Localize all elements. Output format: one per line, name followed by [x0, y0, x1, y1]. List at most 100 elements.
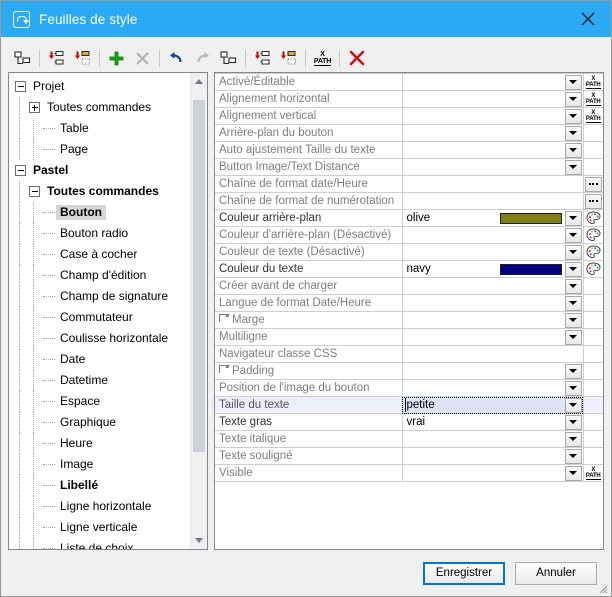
property-value-cell[interactable] [402, 448, 583, 465]
property-value-cell[interactable] [402, 108, 583, 125]
property-name-cell[interactable]: Position de l'image du bouton [215, 380, 402, 397]
property-value-cell[interactable] [402, 278, 583, 295]
cancel-button[interactable]: Annuler [515, 562, 597, 585]
tree-item[interactable]: Date [9, 349, 190, 370]
chevron-down-icon[interactable] [565, 279, 582, 294]
property-name-cell[interactable]: Chaîne de format date/Heure [215, 176, 402, 193]
property-name-cell[interactable]: Langue de format Date/Heure [215, 295, 402, 312]
property-row[interactable]: Chaîne de format date/Heure [215, 176, 603, 193]
property-row[interactable]: Texte grasvrai [215, 414, 603, 431]
chevron-down-icon[interactable] [565, 398, 582, 413]
property-name-cell[interactable]: Chaîne de format de numérotation [215, 193, 402, 210]
color-picker-button[interactable] [583, 227, 603, 244]
chevron-down-icon[interactable] [565, 126, 582, 141]
properties-grid[interactable]: Activé/ÉditableXPATHAlignement horizonta… [214, 72, 604, 550]
property-value-cell[interactable] [402, 193, 583, 210]
chevron-down-icon[interactable] [565, 160, 582, 175]
expand-group-icon[interactable] [219, 365, 228, 373]
property-row[interactable]: Taille du textepetite [215, 397, 603, 414]
property-row[interactable]: Texte souligné [215, 448, 603, 465]
property-name-cell[interactable]: Couleur d'arrière-plan (Désactivé) [215, 227, 402, 244]
property-name-cell[interactable]: Auto ajustement Taille du texte [215, 142, 402, 159]
tree-item[interactable]: Graphique [9, 412, 190, 433]
tree-item[interactable]: Page [9, 139, 190, 160]
property-value-cell[interactable] [402, 295, 583, 312]
property-value-cell[interactable] [402, 227, 583, 244]
insert-property-button[interactable] [250, 46, 275, 71]
property-value-cell[interactable] [402, 380, 583, 397]
tree-scrollbar[interactable] [190, 73, 207, 549]
palette-icon[interactable] [586, 228, 601, 242]
tree-item[interactable]: Commutateur [9, 307, 190, 328]
chevron-down-icon[interactable] [565, 228, 582, 243]
chevron-down-icon[interactable] [565, 381, 582, 396]
property-row[interactable]: Créer avant de charger [215, 278, 603, 295]
property-name-cell[interactable]: Navigateur classe CSS [215, 346, 402, 363]
property-value-cell[interactable] [402, 74, 583, 91]
property-name-cell[interactable]: Arrière-plan du bouton [215, 125, 402, 142]
property-name-cell[interactable]: Multiligne [215, 329, 402, 346]
property-row[interactable]: Position de l'image du bouton [215, 380, 603, 397]
insert-stylesheet-button[interactable] [70, 46, 95, 71]
expand-collapse-tree-button[interactable] [10, 46, 35, 71]
property-row[interactable]: Alignement horizontalXPATH [215, 91, 603, 108]
stylesheets-tree[interactable]: ProjetToutes commandesTablePagePastelTou… [8, 72, 208, 550]
palette-icon[interactable] [586, 245, 601, 259]
tree-item[interactable]: Bouton [9, 202, 190, 223]
collapse-icon[interactable] [15, 165, 26, 176]
tree-item[interactable]: Heure [9, 433, 190, 454]
property-row[interactable]: Auto ajustement Taille du texte [215, 142, 603, 159]
tree-item[interactable]: Datetime [9, 370, 190, 391]
xpath-icon[interactable]: XPATH [583, 465, 603, 482]
property-row[interactable]: Marge [215, 312, 603, 329]
add-button[interactable] [104, 46, 129, 71]
tree-item[interactable]: Case à cocher [9, 244, 190, 265]
property-row[interactable]: Couleur d'arrière-plan (Désactivé) [215, 227, 603, 244]
chevron-down-icon[interactable] [565, 449, 582, 464]
property-value-cell[interactable] [402, 363, 583, 380]
collapse-icon[interactable] [15, 81, 26, 92]
property-value-cell[interactable] [402, 244, 583, 261]
property-value-cell[interactable] [402, 159, 583, 176]
scroll-up-icon[interactable] [191, 73, 207, 90]
property-value-cell[interactable] [402, 91, 583, 108]
property-name-cell[interactable]: Taille du texte [215, 397, 402, 414]
color-picker-button[interactable] [583, 210, 603, 227]
scrollbar-thumb[interactable] [193, 100, 205, 452]
tree-item[interactable]: Projet [9, 76, 190, 97]
property-row[interactable]: Alignement verticalXPATH [215, 108, 603, 125]
property-row[interactable]: Button Image/Text Distance [215, 159, 603, 176]
ellipsis-button[interactable] [583, 176, 603, 193]
property-name-cell[interactable]: Alignement horizontal [215, 91, 402, 108]
chevron-down-icon[interactable] [565, 330, 582, 345]
property-row[interactable]: Couleur du textenavy [215, 261, 603, 278]
property-value-cell[interactable] [402, 346, 583, 363]
property-name-cell[interactable]: Padding [215, 363, 402, 380]
property-row[interactable]: Couleur de texte (Désactivé) [215, 244, 603, 261]
tree-item[interactable]: Toutes commandes [9, 181, 190, 202]
property-value-cell[interactable] [402, 329, 583, 346]
chevron-down-icon[interactable] [565, 432, 582, 447]
chevron-down-icon[interactable] [565, 143, 582, 158]
ellipsis-icon[interactable] [585, 194, 602, 209]
palette-icon[interactable] [586, 211, 601, 225]
expand-icon[interactable] [29, 102, 40, 113]
xpath-icon[interactable]: XPATH [583, 108, 603, 125]
property-row[interactable]: Multiligne [215, 329, 603, 346]
tree-item[interactable]: Image [9, 454, 190, 475]
ellipsis-button[interactable] [583, 193, 603, 210]
property-name-cell[interactable]: Couleur du texte [215, 261, 402, 278]
property-row[interactable]: Navigateur classe CSS [215, 346, 603, 363]
property-name-cell[interactable]: Button Image/Text Distance [215, 159, 402, 176]
tree-item[interactable]: Ligne horizontale [9, 496, 190, 517]
property-value-cell[interactable] [402, 312, 583, 329]
property-row[interactable]: Texte italique [215, 431, 603, 448]
scrollbar-track[interactable] [191, 90, 207, 532]
property-value-editor[interactable]: petite [402, 397, 583, 414]
property-row[interactable]: Padding [215, 363, 603, 380]
property-name-cell[interactable]: Texte gras [215, 414, 402, 431]
property-name-cell[interactable]: Texte souligné [215, 448, 402, 465]
collapse-icon[interactable] [29, 186, 40, 197]
property-name-cell[interactable]: Marge [215, 312, 402, 329]
palette-icon[interactable] [586, 262, 601, 276]
